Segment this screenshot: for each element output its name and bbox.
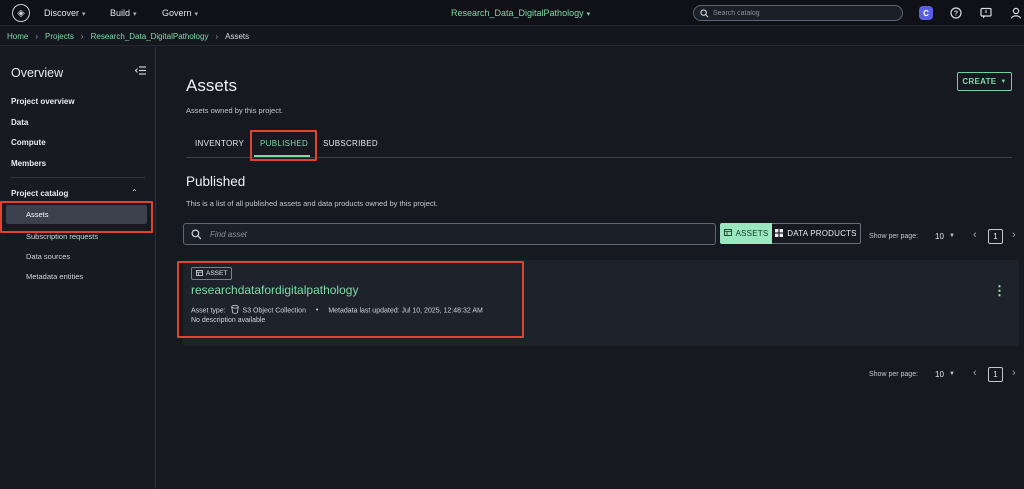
app-logo-icon[interactable]: ◈ bbox=[12, 4, 30, 22]
chevron-up-icon[interactable]: ⌃ bbox=[131, 188, 138, 197]
sidebar-item-metadata-entities[interactable]: Metadata entities bbox=[26, 272, 83, 281]
create-button[interactable]: CREATE ▼ bbox=[957, 72, 1012, 91]
chevron-right-icon: › bbox=[215, 32, 219, 41]
per-page-label: Show per page: bbox=[869, 371, 919, 378]
create-button-label: CREATE bbox=[962, 77, 997, 86]
breadcrumb-current: Assets bbox=[225, 32, 250, 41]
chevron-down-icon: ▾ bbox=[133, 11, 137, 18]
search-icon bbox=[191, 228, 202, 239]
section-title: Published bbox=[186, 174, 246, 189]
grid-icon bbox=[775, 228, 784, 239]
sidebar-item-assets-label: Assets bbox=[26, 210, 49, 219]
tab-inventory[interactable]: INVENTORY bbox=[195, 139, 244, 148]
asset-name-link[interactable]: researchdatafordigitalpathology bbox=[191, 283, 358, 297]
help-icon[interactable]: ? bbox=[949, 6, 963, 20]
separator-dot: • bbox=[315, 307, 319, 315]
page-subtitle: Assets owned by this project. bbox=[186, 106, 284, 115]
sidebar-item-subscription-requests[interactable]: Subscription requests bbox=[26, 232, 98, 241]
active-tab-indicator bbox=[254, 155, 310, 157]
sidebar-item-project-overview[interactable]: Project overview bbox=[11, 97, 75, 106]
chevron-right-icon: › bbox=[80, 32, 84, 41]
toggle-assets[interactable]: ASSETS bbox=[720, 223, 772, 244]
next-page-icon[interactable]: › bbox=[1012, 367, 1016, 379]
sidebar-item-members[interactable]: Members bbox=[11, 159, 46, 168]
sidebar-item-compute[interactable]: Compute bbox=[11, 138, 46, 147]
table-icon bbox=[196, 269, 203, 278]
chevron-down-icon: ▾ bbox=[82, 11, 86, 18]
caret-down-icon[interactable]: ▼ bbox=[949, 371, 955, 377]
profile-icon[interactable] bbox=[1009, 6, 1023, 20]
search-icon bbox=[700, 8, 709, 17]
nav-build-label: Build bbox=[110, 8, 131, 18]
breadcrumb: Home › Projects › Research_Data_DigitalPatho… bbox=[0, 27, 1024, 46]
toggle-data-products-label: DATA PRODUCTS bbox=[787, 229, 857, 238]
svg-text:?: ? bbox=[954, 11, 958, 18]
chevron-down-icon: ▾ bbox=[586, 11, 591, 18]
breadcrumb-home[interactable]: Home bbox=[7, 32, 28, 41]
previous-page-icon[interactable]: ‹ bbox=[973, 229, 977, 241]
feedback-icon[interactable] bbox=[979, 6, 993, 20]
nav-discover-label: Discover bbox=[44, 8, 80, 18]
asset-type-label: Asset type: bbox=[191, 307, 226, 315]
asset-type-badge: ASSET bbox=[191, 267, 233, 280]
asset-last-updated: Metadata last updated: Jul 10, 2025, 12:… bbox=[328, 307, 483, 315]
caret-down-icon: ▼ bbox=[1000, 78, 1007, 85]
sidebar-section-project-catalog[interactable]: Project catalog bbox=[11, 189, 68, 198]
project-switcher-label: Research_Data_DigitalPathology bbox=[451, 8, 584, 18]
toggle-assets-label: ASSETS bbox=[735, 229, 769, 238]
asset-description: No description available bbox=[191, 317, 266, 324]
sidebar-divider bbox=[11, 177, 145, 178]
tabs-divider bbox=[186, 157, 1012, 158]
section-description: This is a list of all published assets a… bbox=[186, 199, 438, 208]
catalog-search[interactable] bbox=[693, 5, 903, 21]
more-options-icon[interactable]: ⋮ bbox=[993, 284, 1006, 298]
asset-badge-label: ASSET bbox=[206, 270, 228, 277]
top-navigation-bar: ◈ Discover ▾ Build ▾ Govern ▾ Research_Data… bbox=[0, 0, 1024, 26]
previous-page-icon[interactable]: ‹ bbox=[973, 367, 977, 379]
nav-govern[interactable]: Govern ▾ bbox=[162, 0, 198, 26]
asset-metadata: Asset type: S3 Object Collection • Metad… bbox=[191, 305, 483, 316]
breadcrumb-project[interactable]: Research_Data_DigitalPathology bbox=[91, 32, 209, 41]
chevron-down-icon: ▾ bbox=[194, 11, 199, 18]
table-icon bbox=[723, 229, 732, 238]
asset-type-value: S3 Object Collection bbox=[242, 307, 306, 315]
breadcrumb-projects[interactable]: Projects bbox=[45, 32, 74, 41]
find-asset-input[interactable] bbox=[210, 229, 690, 239]
nav-discover[interactable]: Discover ▾ bbox=[44, 0, 86, 26]
per-page-select[interactable]: 10 bbox=[935, 370, 944, 379]
page-number[interactable]: 1 bbox=[988, 367, 1003, 382]
toggle-data-products[interactable]: DATA PRODUCTS bbox=[772, 223, 861, 244]
find-asset-search[interactable] bbox=[183, 223, 716, 245]
nav-govern-label: Govern bbox=[162, 8, 192, 18]
catalog-search-input[interactable] bbox=[713, 9, 893, 17]
user-badge-icon[interactable]: C bbox=[919, 6, 933, 20]
nav-build[interactable]: Build ▾ bbox=[110, 0, 137, 26]
page-number[interactable]: 1 bbox=[988, 229, 1003, 244]
caret-down-icon[interactable]: ▼ bbox=[949, 233, 955, 239]
tab-published[interactable]: PUBLISHED bbox=[260, 139, 308, 148]
sidebar: Overview Project overview Data Compute M… bbox=[0, 47, 156, 489]
chevron-right-icon: › bbox=[35, 32, 39, 41]
asset-card[interactable] bbox=[183, 260, 1019, 346]
sidebar-item-data[interactable]: Data bbox=[11, 118, 28, 127]
per-page-label: Show per page: bbox=[869, 233, 919, 240]
per-page-select[interactable]: 10 bbox=[935, 232, 944, 241]
collapse-sidebar-icon[interactable] bbox=[134, 66, 146, 78]
tab-subscribed[interactable]: SUBSCRIBED bbox=[323, 139, 378, 148]
sidebar-item-data-sources[interactable]: Data sources bbox=[26, 252, 70, 261]
s3-collection-icon bbox=[230, 305, 239, 316]
next-page-icon[interactable]: › bbox=[1012, 229, 1016, 241]
page-title: Assets bbox=[186, 76, 238, 95]
project-switcher[interactable]: Research_Data_DigitalPathology ▾ bbox=[451, 0, 590, 28]
sidebar-title: Overview bbox=[11, 66, 64, 80]
